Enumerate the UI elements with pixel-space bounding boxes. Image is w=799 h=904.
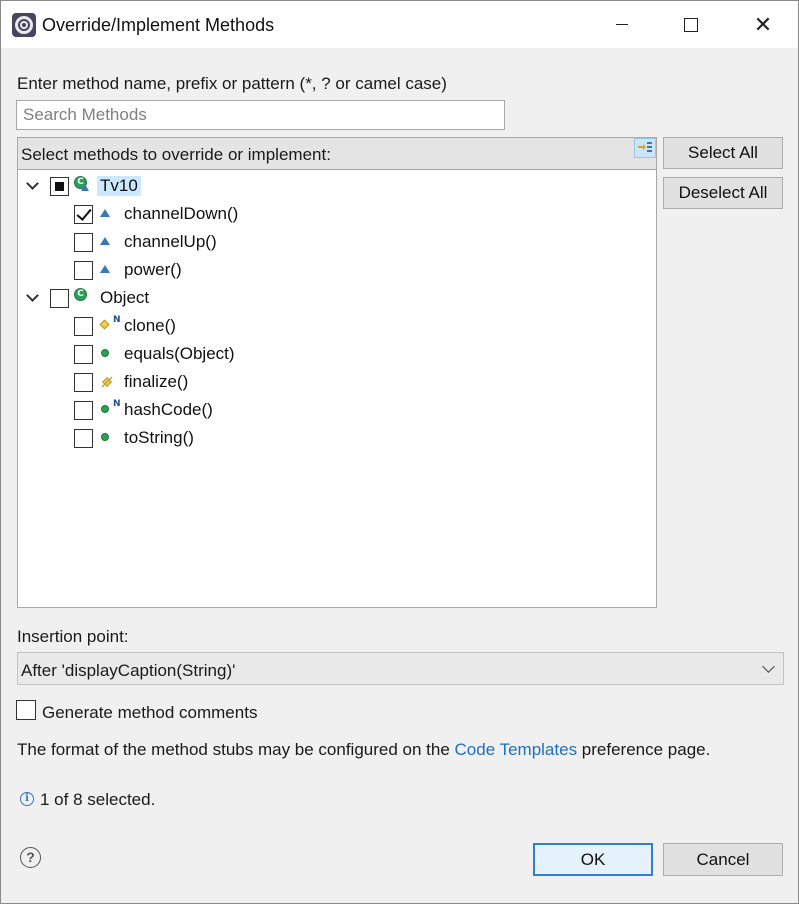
method-checkbox[interactable] bbox=[74, 401, 93, 420]
tree-item-clone[interactable]: N clone() bbox=[18, 312, 656, 340]
public-method-icon bbox=[101, 349, 117, 365]
tree-item-hashcode[interactable]: N hashCode() bbox=[18, 396, 656, 424]
insertion-point-label: Insertion point: bbox=[17, 627, 129, 646]
method-checkbox[interactable] bbox=[74, 345, 93, 364]
window-title: Override/Implement Methods bbox=[42, 15, 275, 35]
group-checkbox-object[interactable] bbox=[50, 289, 69, 308]
ok-button[interactable]: OK bbox=[533, 843, 653, 876]
tree-item-power[interactable]: power() bbox=[18, 256, 656, 284]
method-checkbox[interactable] bbox=[74, 429, 93, 448]
method-label: toString() bbox=[124, 428, 194, 447]
generate-comments-label[interactable]: Generate method comments bbox=[42, 703, 257, 723]
method-label: channelDown() bbox=[124, 204, 239, 223]
tree-item-channelup[interactable]: channelUp() bbox=[18, 228, 656, 256]
info-text-before: The format of the method stubs may be co… bbox=[17, 740, 455, 759]
deselect-all-button[interactable]: Deselect All bbox=[663, 177, 783, 209]
maximize-icon[interactable] bbox=[668, 1, 714, 48]
tree-item-channeldown[interactable]: channelDown() bbox=[18, 200, 656, 228]
public-method-icon bbox=[101, 433, 117, 449]
tree-item-equals[interactable]: equals(Object) bbox=[18, 340, 656, 368]
native-marker: N bbox=[113, 399, 121, 409]
group-label-object: Object bbox=[100, 288, 150, 307]
info-text-after: preference page. bbox=[577, 740, 711, 759]
method-label: channelUp() bbox=[124, 232, 217, 251]
chevron-down-icon bbox=[762, 660, 775, 673]
class-icon: C bbox=[74, 288, 90, 304]
methods-list-label: Select methods to override or implement: bbox=[21, 145, 331, 164]
method-checkbox[interactable] bbox=[74, 261, 93, 280]
chevron-down-icon[interactable] bbox=[26, 179, 40, 193]
method-checkbox[interactable] bbox=[74, 373, 93, 392]
title-bar[interactable]: Override/Implement Methods ✕ bbox=[1, 1, 798, 48]
method-label: finalize() bbox=[124, 372, 189, 391]
search-prompt-label: Enter method name, prefix or pattern (*,… bbox=[17, 74, 447, 93]
method-label: power() bbox=[124, 260, 182, 279]
sort-by-type-icon[interactable] bbox=[634, 138, 656, 158]
methods-tree[interactable]: C Tv10 channelDown() channelUp() power()… bbox=[17, 169, 657, 608]
class-with-warning-icon: C bbox=[74, 176, 90, 192]
search-methods-input[interactable] bbox=[16, 100, 505, 130]
group-checkbox-tv10[interactable] bbox=[50, 177, 69, 196]
eclipse-app-icon bbox=[12, 13, 36, 37]
method-checkbox[interactable] bbox=[74, 317, 93, 336]
method-label: clone() bbox=[124, 316, 176, 335]
selection-status: i 1 of 8 selected. bbox=[20, 790, 155, 810]
generate-comments-checkbox[interactable] bbox=[16, 700, 36, 720]
close-icon[interactable]: ✕ bbox=[740, 1, 786, 48]
code-templates-link[interactable]: Code Templates bbox=[455, 740, 578, 759]
group-label-tv10: Tv10 bbox=[97, 176, 141, 196]
override-implement-dialog: Override/Implement Methods ✕ Enter metho… bbox=[0, 0, 799, 904]
method-checkbox[interactable] bbox=[74, 233, 93, 252]
select-all-button[interactable]: Select All bbox=[663, 137, 783, 169]
tree-group-tv10[interactable]: C Tv10 bbox=[18, 172, 656, 200]
method-label: equals(Object) bbox=[124, 344, 235, 363]
native-marker: N bbox=[113, 315, 121, 325]
code-templates-info: The format of the method stubs may be co… bbox=[17, 740, 710, 760]
cancel-button[interactable]: Cancel bbox=[663, 843, 783, 876]
selection-status-text: 1 of 8 selected. bbox=[40, 790, 156, 809]
tree-group-object[interactable]: C Object bbox=[18, 284, 656, 312]
help-icon[interactable]: ? bbox=[20, 847, 41, 868]
minimize-icon[interactable] bbox=[599, 1, 645, 48]
protected-method-icon bbox=[100, 265, 116, 281]
method-label: hashCode() bbox=[124, 400, 213, 419]
protected-method-icon bbox=[100, 209, 116, 225]
info-icon: i bbox=[20, 792, 34, 806]
insertion-point-select[interactable]: After 'displayCaption(String)' bbox=[17, 652, 784, 685]
deprecated-protected-method-icon bbox=[100, 374, 116, 390]
method-checkbox[interactable] bbox=[74, 205, 93, 224]
chevron-down-icon[interactable] bbox=[26, 291, 40, 305]
protected-method-icon bbox=[100, 237, 116, 253]
methods-list-header: Select methods to override or implement: bbox=[17, 137, 657, 169]
insertion-point-value: After 'displayCaption(String)' bbox=[21, 661, 236, 680]
tree-item-finalize[interactable]: finalize() bbox=[18, 368, 656, 396]
tree-item-tostring[interactable]: toString() bbox=[18, 424, 656, 452]
